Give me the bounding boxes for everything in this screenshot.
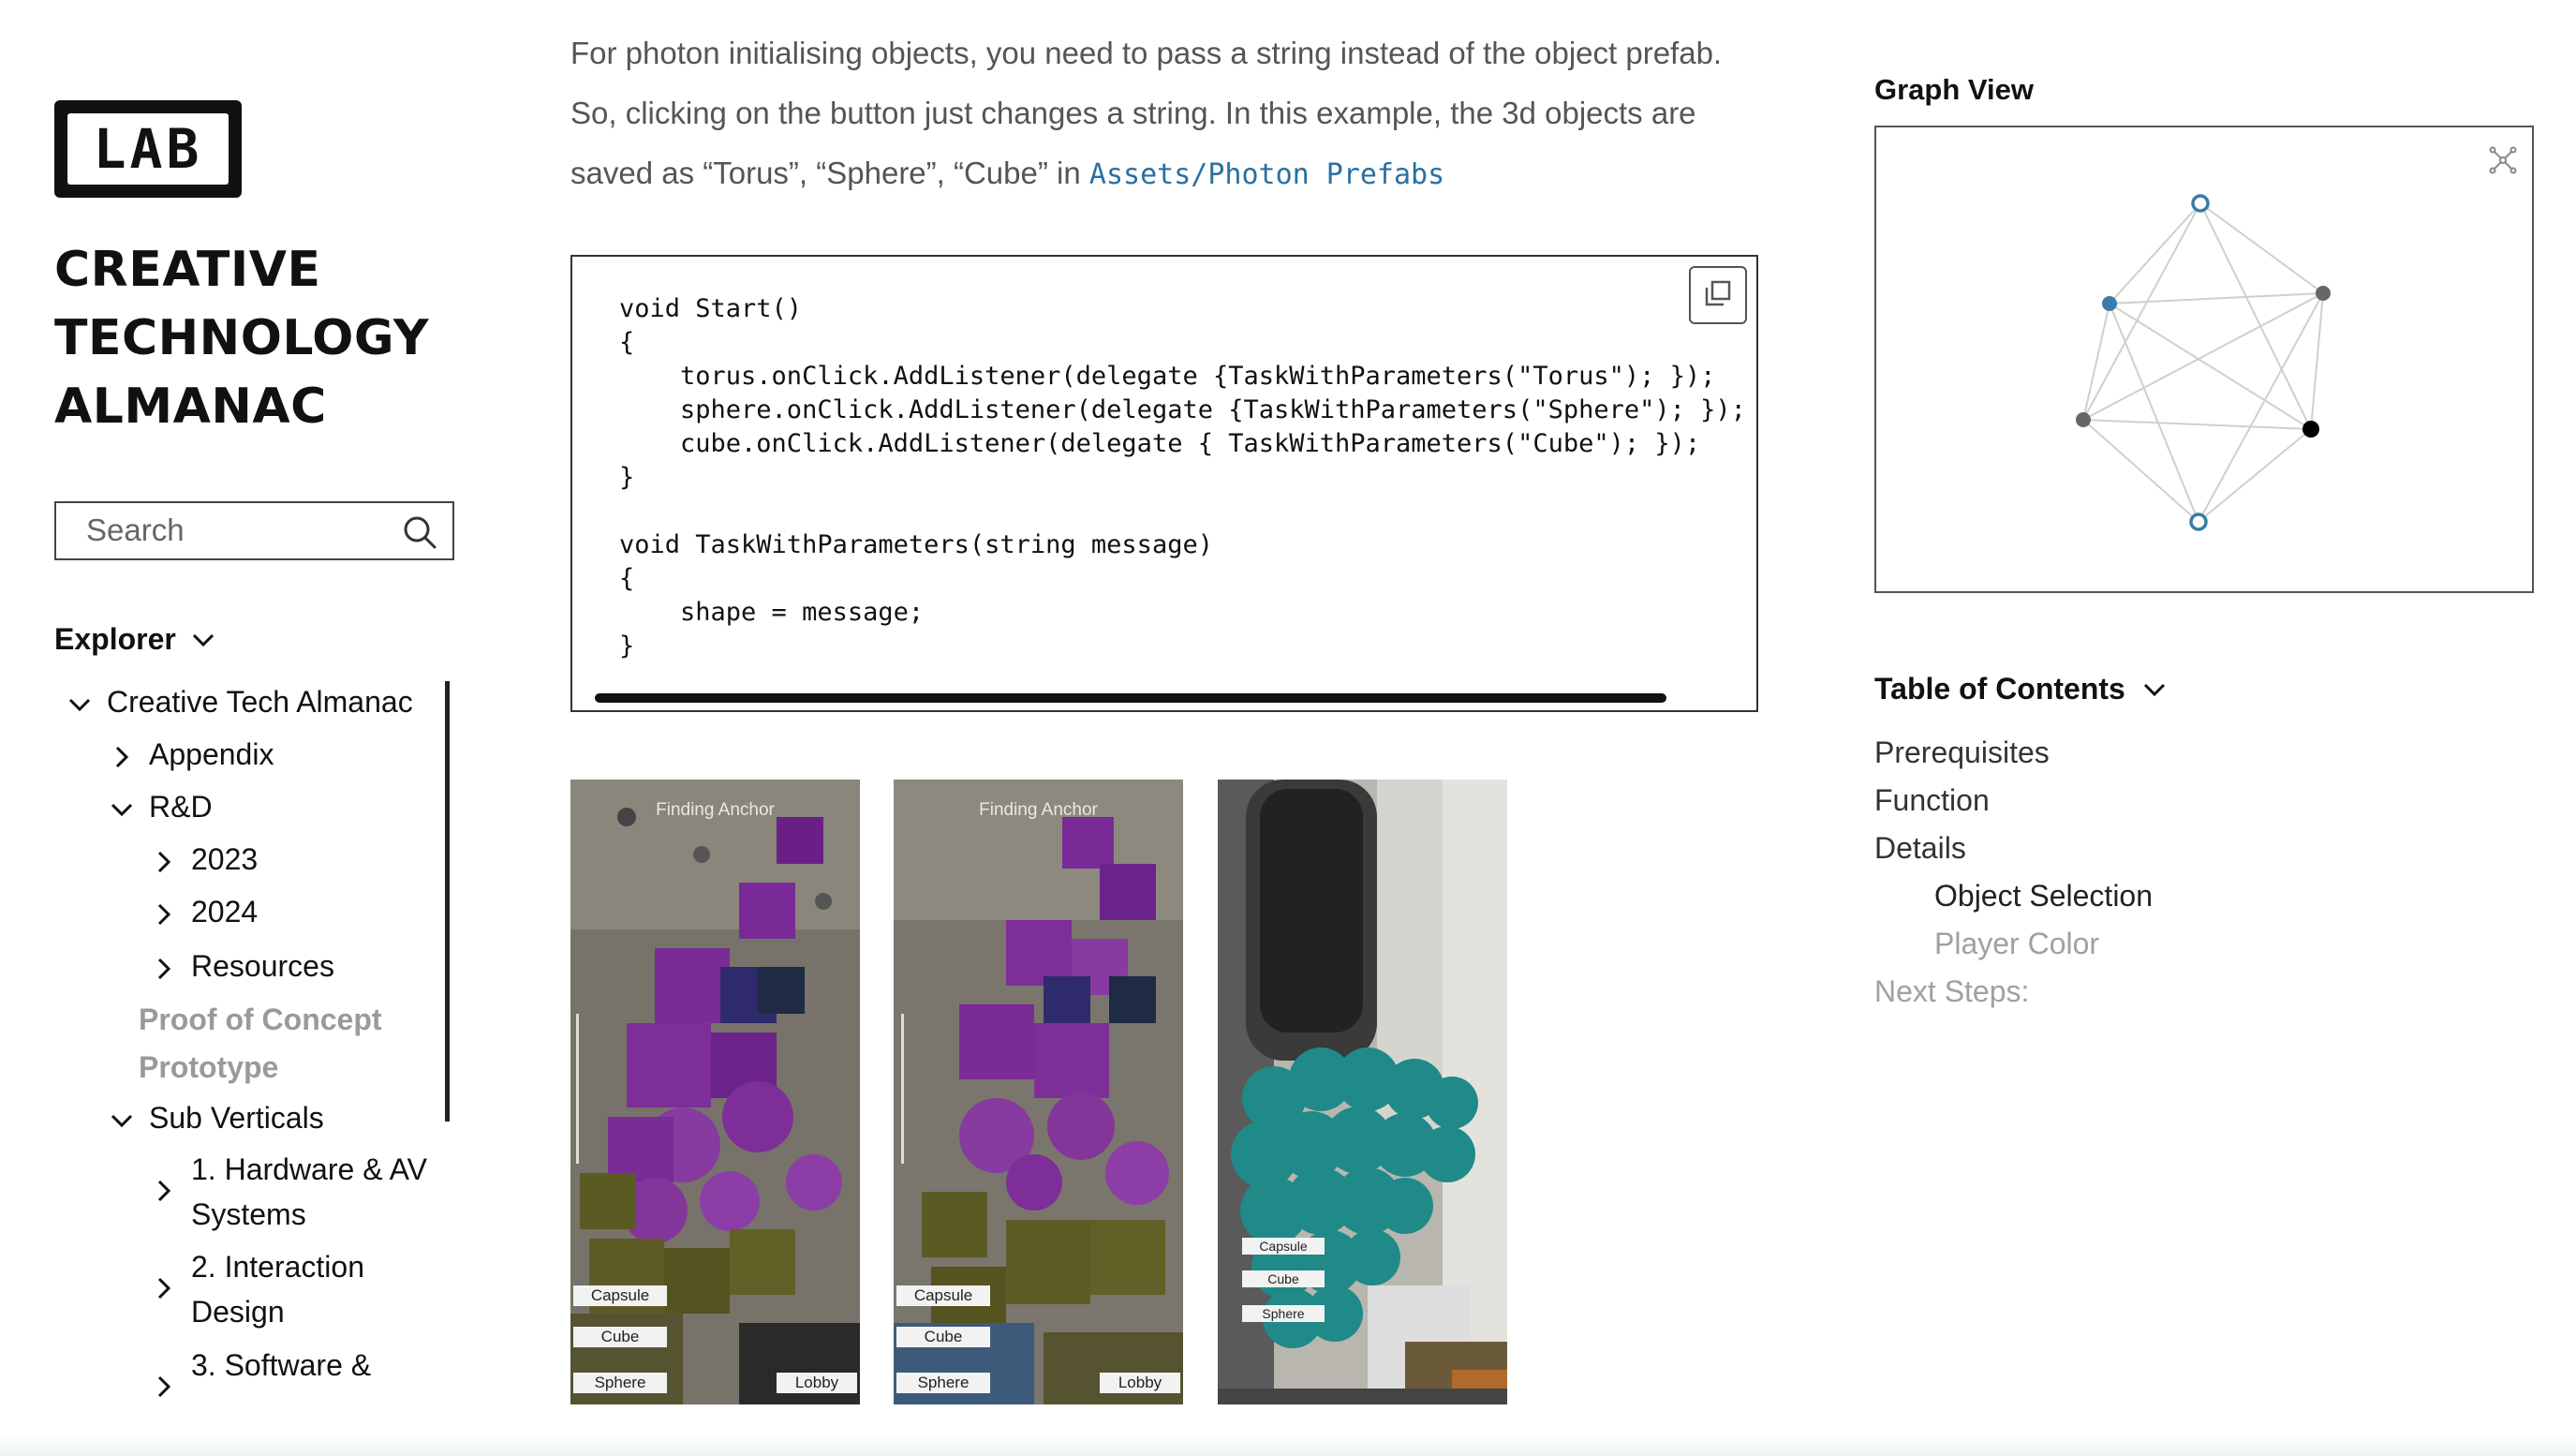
toc-item-prerequisites[interactable]: Prerequisites	[1874, 735, 2050, 770]
site-title-line: ALMANAC	[54, 379, 327, 435]
tree-item-label: Prototype	[139, 1050, 279, 1084]
tree-item-label: R&D	[149, 790, 213, 824]
tree-item-interaction-design[interactable]: 2. Interaction Design	[150, 1244, 431, 1334]
inline-code-path: Assets/Photon Prefabs	[1088, 158, 1445, 191]
chevron-down-icon	[111, 1114, 133, 1128]
cube-button: Cube	[896, 1327, 990, 1347]
site-title-line: TECHNOLOGY	[54, 310, 430, 366]
tree-item-resources[interactable]: Resources	[150, 949, 334, 984]
lobby-button: Lobby	[777, 1373, 857, 1393]
tree-item-label: 1. Hardware & AV Systems	[191, 1152, 427, 1231]
status-label: Finding Anchor	[979, 800, 1098, 820]
toc-heading: Table of Contents	[1874, 672, 2125, 706]
global-graph-icon[interactable]	[2489, 146, 2517, 174]
lobby-button: Lobby	[1100, 1373, 1180, 1393]
graph-view[interactable]	[1874, 126, 2534, 593]
site-title-line: CREATIVE	[54, 242, 321, 298]
tree-item-proof-of-concept[interactable]: Proof of Concept	[139, 1003, 382, 1037]
cube-button: Cube	[573, 1327, 667, 1347]
graph-node[interactable]	[2302, 421, 2319, 438]
explorer-toggle[interactable]: Explorer	[54, 622, 217, 657]
sphere-button: Sphere	[896, 1373, 990, 1393]
tree-item-label: Proof of Concept	[139, 1003, 382, 1036]
tree-item-label: Appendix	[149, 737, 274, 771]
toc-item-player-color[interactable]: Player Color	[1934, 927, 2099, 961]
explorer-heading: Explorer	[54, 622, 176, 656]
capsule-button: Capsule	[573, 1285, 667, 1306]
ar-scene-image	[570, 780, 860, 1404]
chevron-down-icon	[68, 698, 91, 712]
graph-edges	[2082, 202, 2324, 523]
ar-scene-image	[894, 780, 1183, 1404]
article-paragraph-line: For photon initialising objects, you nee…	[570, 36, 1722, 71]
capsule-button: Capsule	[896, 1285, 990, 1306]
tree-item-label: Sub Verticals	[149, 1101, 324, 1135]
chevron-right-icon	[157, 1375, 171, 1398]
toc-item-details[interactable]: Details	[1874, 831, 1966, 866]
article-paragraph-line: So, clicking on the button just changes …	[570, 96, 1696, 131]
article-text: For photon initialising objects, you nee…	[570, 36, 1723, 70]
search-input[interactable]: Search	[54, 501, 454, 560]
tree-item-2023[interactable]: 2023	[150, 842, 258, 877]
page-bottom-edge	[0, 1434, 2576, 1456]
sidebar-scrollbar[interactable]	[445, 681, 450, 1122]
tree-item-prototype[interactable]: Prototype	[139, 1050, 278, 1085]
tree-item-sub-verticals[interactable]: Sub Verticals	[108, 1101, 324, 1136]
chevron-right-icon	[157, 851, 171, 873]
graph-node-current[interactable]	[2102, 296, 2117, 311]
chevron-right-icon	[157, 958, 171, 980]
chevron-down-icon	[192, 633, 214, 646]
tree-item-appendix[interactable]: Appendix	[108, 737, 274, 772]
graph-node[interactable]	[2076, 412, 2091, 427]
chevron-right-icon	[157, 903, 171, 926]
toc-item-next-steps[interactable]: Next Steps:	[1874, 974, 2029, 1009]
tree-item-label: 2023	[191, 842, 259, 876]
site-title[interactable]: CREATIVE TECHNOLOGY ALMANAC	[54, 236, 448, 441]
capsule-button: Capsule	[1242, 1238, 1325, 1255]
ar-screenshot-2: Finding Anchor Capsule Cube Sphere Lobby	[894, 780, 1183, 1404]
search-placeholder: Search	[86, 513, 185, 547]
graph-node[interactable]	[2189, 513, 2208, 531]
tree-item-rnd[interactable]: R&D	[108, 790, 213, 825]
chevron-down-icon	[2143, 683, 2165, 696]
copy-icon	[1705, 280, 1731, 306]
toc-item-function[interactable]: Function	[1874, 783, 1990, 818]
cube-button: Cube	[1242, 1270, 1325, 1287]
sphere-button: Sphere	[1242, 1305, 1325, 1322]
site-logo[interactable]: LAB	[54, 100, 242, 198]
toc-toggle[interactable]: Table of Contents	[1874, 672, 2169, 706]
tree-item-label: 3. Software &	[191, 1348, 372, 1382]
code-content: void Start() { torus.onClick.AddListener…	[619, 294, 1746, 661]
logo-text: LAB	[93, 117, 203, 181]
tree-item-label: Creative Tech Almanac	[107, 685, 413, 719]
tree-item-2024[interactable]: 2024	[150, 895, 258, 929]
code-horizontal-scrollbar[interactable]	[595, 693, 1666, 703]
sphere-button: Sphere	[573, 1373, 667, 1393]
ar-screenshot-3: Capsule Cube Sphere	[1218, 780, 1507, 1404]
graph-node[interactable]	[2316, 286, 2331, 301]
toc-item-object-selection[interactable]: Object Selection	[1934, 879, 2153, 914]
article-text: saved as “Torus”, “Sphere”, “Cube” in	[570, 156, 1089, 190]
graph-view-title: Graph View	[1874, 73, 2034, 106]
chevron-down-icon	[111, 803, 133, 817]
copy-code-button[interactable]	[1689, 266, 1747, 324]
tree-item-creative-tech-almanac[interactable]: Creative Tech Almanac	[66, 685, 413, 720]
tree-item-label: Resources	[191, 949, 334, 983]
article-text: So, clicking on the button just changes …	[570, 96, 1696, 130]
graph-canvas[interactable]	[1876, 127, 2532, 591]
chevron-right-icon	[157, 1180, 171, 1202]
article-paragraph-line: saved as “Torus”, “Sphere”, “Cube” in As…	[570, 156, 1444, 191]
search-icon[interactable]	[402, 514, 437, 550]
tree-item-software[interactable]: 3. Software &	[150, 1343, 431, 1401]
chevron-right-icon	[115, 746, 129, 768]
tree-item-label: 2024	[191, 895, 259, 929]
chevron-right-icon	[157, 1277, 171, 1300]
tree-item-hardware-av[interactable]: 1. Hardware & AV Systems	[150, 1147, 431, 1237]
tree-item-label: 2. Interaction Design	[191, 1250, 364, 1329]
graph-node[interactable]	[2191, 194, 2210, 213]
status-label: Finding Anchor	[656, 800, 775, 820]
code-block[interactable]: void Start() { torus.onClick.AddListener…	[570, 255, 1758, 712]
ar-screenshot-1: Finding Anchor Capsule Cube Sphere Lobby	[570, 780, 860, 1404]
